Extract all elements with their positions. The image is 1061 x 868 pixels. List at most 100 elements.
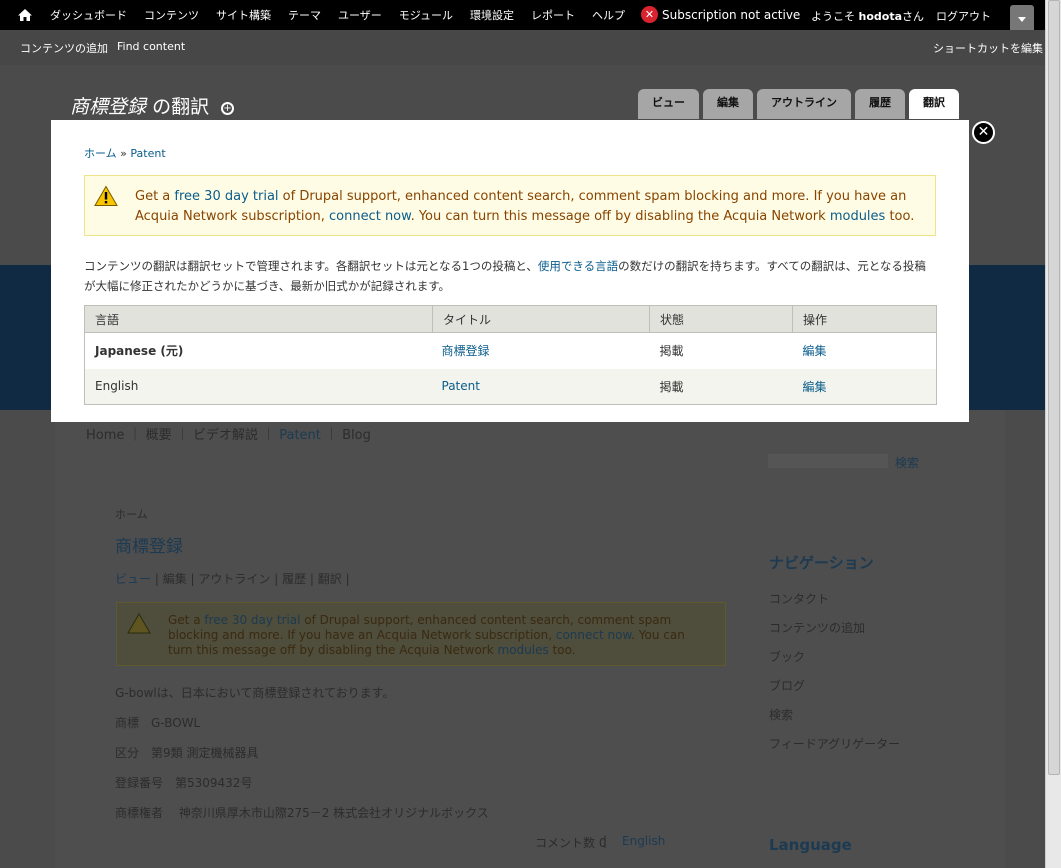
row-edit-link[interactable]: 編集 — [803, 344, 827, 358]
row-title-link[interactable]: 商標登録 — [442, 344, 490, 358]
bg-body-line: 商標権者 神奈川県厚木市山際275－2 株式会社オリジナルボックス — [115, 806, 489, 820]
breadcrumb-patent[interactable]: Patent — [130, 147, 165, 160]
tab-outline[interactable]: アウトライン — [757, 89, 851, 119]
nav-video[interactable]: ビデオ解説 — [193, 428, 258, 443]
toolbar-item-structure[interactable]: サイト構築 — [216, 7, 271, 23]
home-icon[interactable] — [17, 7, 33, 23]
scrollbar-thumb[interactable] — [1048, 0, 1060, 775]
warning-icon — [94, 185, 118, 206]
languages-link[interactable]: 使用できる言語 — [538, 259, 618, 273]
toolbar-item-configuration[interactable]: 環境設定 — [470, 7, 514, 23]
username-link[interactable]: hodota — [859, 10, 903, 23]
row-status: 掲載 — [649, 368, 793, 405]
bg-breadcrumb[interactable]: ホーム — [115, 506, 148, 522]
bg-tab-translate[interactable]: 翻訳 — [318, 572, 342, 586]
row-status: 掲載 — [659, 344, 684, 359]
logout-link[interactable]: ログアウト — [936, 8, 991, 24]
shortcut-find-content[interactable]: Find content — [117, 40, 185, 53]
bg-tab-view[interactable]: ビュー — [115, 572, 151, 586]
nav-patent[interactable]: Patent — [279, 428, 321, 443]
tab-edit[interactable]: 編集 — [703, 89, 753, 119]
translation-description: コンテンツの翻訳は翻訳セットで管理されます。各翻訳セットは元となる1つの投稿と、… — [84, 256, 934, 296]
column-header-language: 言語 — [84, 305, 433, 333]
toolbar-item-reports[interactable]: レポート — [531, 7, 575, 23]
translations-table: 言語 タイトル 状態 操作 Japanese (元) 商標登録 掲載 編集 En… — [84, 305, 937, 405]
bg-connect-link[interactable]: connect now — [556, 628, 631, 642]
tab-revisions[interactable]: 履歴 — [855, 89, 905, 119]
welcome-user: ようこそ hodotaさん — [811, 8, 924, 24]
nav-blog[interactable]: Blog — [342, 428, 371, 443]
admin-toolbar: ダッシュボード コンテンツ サイト構築 テーマ ユーザー モジュール 環境設定 … — [0, 0, 1045, 31]
message-text-3: . You can turn this message off by disab… — [410, 209, 830, 224]
overlay-title-suffix: の翻訳 — [152, 96, 210, 118]
bg-warning-icon — [127, 613, 151, 634]
close-overlay-button[interactable]: ✕ — [972, 121, 995, 144]
bg-sidebar-link[interactable]: フィードアグリゲーター — [769, 735, 900, 752]
column-header-status: 状態 — [649, 305, 793, 333]
message-text-1: Get a — [135, 189, 175, 204]
bg-node-title: 商標登録 — [115, 537, 183, 557]
bg-sidebar-link[interactable]: コンタクト — [769, 590, 829, 607]
nav-home[interactable]: Home — [86, 428, 124, 443]
table-header-row: 言語 タイトル 状態 操作 — [84, 305, 937, 333]
modules-link[interactable]: modules — [830, 209, 886, 224]
breadcrumb: ホーム » Patent — [84, 147, 166, 160]
nav-overview[interactable]: 概要 — [146, 428, 172, 443]
breadcrumb-home[interactable]: ホーム — [84, 147, 117, 160]
bg-message: Get a free 30 day trial of Drupal suppor… — [116, 602, 726, 666]
tab-view[interactable]: ビュー — [638, 89, 699, 119]
toolbar-item-people[interactable]: ユーザー — [338, 7, 382, 23]
overlay-dialog: ホーム » Patent Get a free 30 day trial of … — [51, 120, 969, 422]
warning-message: Get a free 30 day trial of Drupal suppor… — [84, 175, 936, 236]
error-icon: ✕ — [641, 6, 658, 23]
bg-sidebar-nav-title: ナビゲーション — [769, 554, 874, 572]
bg-body-line: 商標 G-BOWL — [115, 716, 201, 730]
overlay-title: 商標登録 の翻訳 + — [70, 92, 235, 119]
bg-modules-link[interactable]: modules — [498, 643, 549, 657]
search-input[interactable] — [768, 454, 888, 468]
bg-message-text-1: Get a — [168, 613, 205, 627]
row-language: English — [84, 368, 433, 405]
toolbar-item-appearance[interactable]: テーマ — [288, 7, 321, 23]
subscription-alert[interactable]: ✕ Subscription not active — [641, 6, 800, 23]
subscription-alert-text: Subscription not active — [662, 7, 801, 22]
row-language: Japanese (元) — [95, 344, 184, 359]
page-content: Home ｜ 概要 ｜ ビデオ解説 ｜ Patent ｜ Blog 検索 ホーム… — [55, 410, 1005, 868]
bg-sidebar-link[interactable]: 検索 — [769, 706, 793, 723]
free-trial-link[interactable]: free 30 day trial — [174, 189, 278, 204]
toolbar-item-help[interactable]: ヘルプ — [592, 7, 625, 23]
bg-body-line: 区分 第9類 測定機械器具 — [115, 746, 259, 760]
description-text-1: コンテンツの翻訳は翻訳セットで管理されます。各翻訳セットは元となる1つの投稿と、 — [84, 259, 538, 273]
bg-tab-outline[interactable]: アウトライン — [198, 572, 270, 586]
shortcut-add-content[interactable]: コンテンツの追加 — [20, 40, 108, 56]
tab-translate[interactable]: 翻訳 — [909, 89, 959, 119]
row-edit-link[interactable]: 編集 — [803, 380, 827, 394]
edit-shortcuts-link[interactable]: ショートカットを編集 — [933, 40, 1043, 56]
bg-tab-revisions[interactable]: 履歴 — [282, 572, 306, 586]
shortcuts-bar: コンテンツの追加 Find content ショートカットを編集 — [0, 30, 1045, 65]
bg-node-tabs: ビュー | 編集 | アウトライン | 履歴 | 翻訳 | — [115, 572, 350, 586]
toolbar-item-modules[interactable]: モジュール — [399, 7, 453, 23]
bg-sidebar-link[interactable]: ブック — [769, 648, 805, 665]
page-scrollbar[interactable] — [1045, 0, 1061, 868]
table-row: Japanese (元) 商標登録 掲載 編集 — [85, 333, 937, 369]
message-text-4: too. — [885, 209, 915, 224]
bg-sidebar-link[interactable]: ブログ — [769, 677, 805, 694]
overlay-title-main: 商標登録 — [70, 96, 147, 118]
warning-message-text: Get a free 30 day trial of Drupal suppor… — [135, 187, 925, 227]
bg-sidebar-link[interactable]: コンテンツの追加 — [769, 619, 865, 636]
overlay-tabs: ビュー 編集 アウトライン 履歴 翻訳 — [638, 89, 963, 119]
search-button[interactable]: 検索 — [895, 454, 919, 471]
bg-tab-edit[interactable]: 編集 — [163, 572, 187, 586]
add-shortcut-icon[interactable]: + — [221, 101, 235, 115]
connect-now-link[interactable]: connect now — [329, 209, 411, 224]
toolbar-item-dashboard[interactable]: ダッシュボード — [50, 7, 127, 23]
bg-comment-count: コメント数 0 — [535, 836, 607, 850]
toolbar-item-content[interactable]: コンテンツ — [144, 7, 199, 23]
row-title-link[interactable]: Patent — [442, 379, 480, 393]
bg-trial-link[interactable]: free 30 day trial — [204, 613, 300, 627]
bg-english-link[interactable]: English — [622, 834, 665, 848]
table-row: English Patent 掲載 編集 — [84, 368, 937, 405]
shortcuts-toggle-button[interactable] — [1010, 5, 1034, 31]
bg-message-text-4: too. — [548, 643, 576, 657]
